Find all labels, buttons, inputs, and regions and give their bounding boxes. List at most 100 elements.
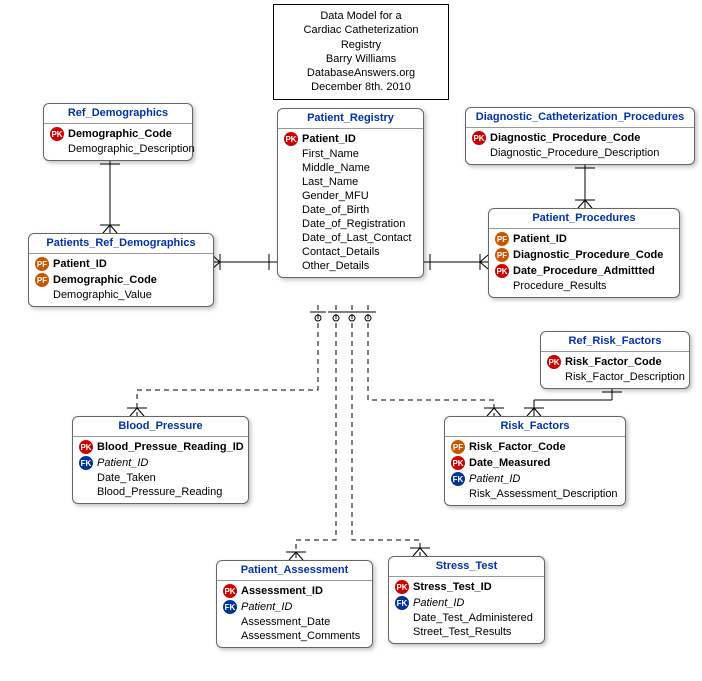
attribute-name: Demographic_Value: [53, 289, 152, 301]
attribute-name: Other_Details: [302, 260, 369, 272]
entity-body: PK Risk_Factor_Code Risk_Factor_Descriptio…: [541, 352, 689, 388]
pk-key-icon: PK: [495, 264, 509, 278]
attribute-name: Patient_ID: [97, 457, 148, 469]
entity-body: PKStress_Test_IDFK Patient_ID Date_Test_Ad…: [389, 577, 544, 643]
attribute-row: Contact_Details: [282, 245, 419, 259]
attribute-row: PKDemographic_Code: [48, 126, 188, 142]
attribute-row: Demographic_Value: [33, 288, 209, 302]
pf-key-icon: PF: [35, 257, 49, 271]
fk-key-icon: FK: [79, 456, 93, 470]
entity-header: Patient_Procedures: [489, 209, 679, 229]
entity-risk-factors: Risk_Factors PFRisk_Factor_CodePKDate_Me…: [444, 416, 626, 506]
pf-key-icon: PF: [495, 232, 509, 246]
attribute-name: Gender_MFU: [302, 190, 369, 202]
attribute-row: Date_of_Registration: [282, 217, 419, 231]
attribute-row: PK Blood_Pressue_Reading_ID: [77, 439, 244, 455]
attribute-name: Demographic_Code: [68, 128, 172, 140]
attribute-name: Date_Test_Administered: [413, 612, 533, 624]
attribute-row: PF Diagnostic_Procedure_Code: [493, 247, 675, 263]
attribute-name: Last_Name: [302, 176, 358, 188]
entity-header: Patients_Ref_Demographics: [29, 234, 213, 254]
attribute-row: Blood_Pressure_Reading: [77, 485, 244, 499]
pk-key-icon: PK: [451, 456, 465, 470]
entity-header: Patient_Registry: [278, 109, 423, 129]
pk-key-icon: PK: [223, 584, 237, 598]
attribute-row: PK Diagnostic_Procedure_Code: [470, 130, 690, 146]
pk-key-icon: PK: [284, 132, 298, 146]
pk-key-icon: PK: [79, 440, 93, 454]
attribute-row: Procedure_Results: [493, 279, 675, 293]
attribute-row: Demographic_Description: [48, 142, 188, 156]
entity-body: PK Blood_Pressue_Reading_ID FK Patient_ID Da…: [73, 437, 248, 503]
attribute-name: Diagnostic_Procedure_Code: [490, 132, 640, 144]
attribute-name: Date_of_Registration: [302, 218, 405, 230]
attribute-name: Demographic_Code: [53, 274, 157, 286]
entity-body: PFPatient_IDPFDiagnostic_Procedure_CodeP…: [489, 229, 679, 297]
attribute-name: Patient_ID: [53, 258, 107, 270]
attribute-row: First_Name: [282, 147, 419, 161]
attribute-row: PK Risk_Factor_Code: [545, 354, 685, 370]
attribute-row: FK Patient_ID: [77, 455, 244, 471]
attribute-name: Diagnostic_Procedure_Code: [513, 249, 663, 261]
attribute-row: Middle_Name: [282, 161, 419, 175]
pf-key-icon: PF: [35, 273, 49, 287]
title-line: December 8th. 2010: [282, 80, 440, 94]
entity-diagnostic-catheterization-procedures: Diagnostic_Catheterization_Procedures PK…: [465, 107, 695, 165]
attribute-name: Assessment_ID: [241, 585, 323, 597]
attribute-name: First_Name: [302, 148, 359, 160]
attribute-row: FKPatient_ID: [449, 471, 621, 487]
pk-key-icon: PK: [395, 580, 409, 594]
entity-header: Diagnostic_Catheterization_Procedures: [466, 108, 694, 128]
attribute-row: PKDate_Measured: [449, 455, 621, 471]
attribute-name: Middle_Name: [302, 162, 370, 174]
attribute-name: Diagnostic_Procedure_Description: [490, 147, 659, 159]
attribute-name: Assessment_Date: [241, 616, 330, 628]
entity-body: PK Assessment_ID FKPatient_IDAssessment_Da…: [217, 581, 372, 647]
attribute-row: Date_Test_Administered: [393, 611, 540, 625]
title-line: DatabaseAnswers.org: [282, 66, 440, 80]
attribute-name: Blood_Pressue_Reading_ID: [97, 441, 244, 453]
entity-header: Blood_Pressure: [73, 417, 248, 437]
entity-patient-registry: Patient_Registry PK Patient_ID First_Name M…: [277, 108, 424, 278]
attribute-row: Other_Details: [282, 259, 419, 273]
attribute-row: PK Date_Procedure_Admittted: [493, 263, 675, 279]
fk-key-icon: FK: [395, 596, 409, 610]
attribute-name: Patient_ID: [513, 233, 567, 245]
pk-key-icon: PK: [547, 355, 561, 369]
attribute-name: Patient_ID: [413, 597, 464, 609]
attribute-row: Risk_Factor_Description: [545, 370, 685, 384]
attribute-name: Date_Taken: [97, 472, 156, 484]
attribute-row: Last_Name: [282, 175, 419, 189]
pf-key-icon: PF: [495, 248, 509, 262]
attribute-name: Patient_ID: [302, 133, 356, 145]
attribute-name: Risk_Factor_Code: [565, 356, 662, 368]
attribute-row: Assessment_Date: [221, 615, 368, 629]
entity-body: PK Diagnostic_Procedure_Code Diagnostic_Pr…: [466, 128, 694, 164]
attribute-row: FKPatient_ID: [221, 599, 368, 615]
title-line: Barry Williams: [282, 52, 440, 66]
attribute-name: Date_Procedure_Admittted: [513, 265, 655, 277]
attribute-name: Contact_Details: [302, 246, 380, 258]
attribute-name: Street_Test_Results: [413, 626, 511, 638]
attribute-name: Date_of_Last_Contact: [302, 232, 411, 244]
attribute-name: Procedure_Results: [513, 280, 607, 292]
entity-body: PKDemographic_CodeDemographic_Descriptio…: [44, 124, 192, 160]
entity-patients-ref-demographics: Patients_Ref_Demographics PF Patient_ID PF…: [28, 233, 214, 307]
attribute-row: Date_of_Birth: [282, 203, 419, 217]
attribute-row: Diagnostic_Procedure_Description: [470, 146, 690, 160]
entity-header: Patient_Assessment: [217, 561, 372, 581]
entity-stress-test: Stress_Test PKStress_Test_IDFKPatient_ID…: [388, 556, 545, 644]
pk-key-icon: PK: [472, 131, 486, 145]
entity-header: Ref_Risk_Factors: [541, 332, 689, 352]
attribute-row: PKStress_Test_ID: [393, 579, 540, 595]
attribute-name: Date_of_Birth: [302, 204, 369, 216]
attribute-row: PK Patient_ID: [282, 131, 419, 147]
attribute-row: FK Patient_ID: [393, 595, 540, 611]
entity-blood-pressure: Blood_Pressure PK Blood_Pressue_Reading_I…: [72, 416, 249, 504]
entity-header: Ref_Demographics: [44, 104, 192, 124]
entity-body: PFRisk_Factor_CodePKDate_MeasuredFKPatie…: [445, 437, 625, 505]
attribute-name: Risk_Assessment_Description: [469, 488, 618, 500]
attribute-name: Risk_Factor_Code: [469, 441, 566, 453]
diagram-title: Data Model for a Cardiac Catheterization…: [273, 4, 449, 100]
attribute-row: PFRisk_Factor_Code: [449, 439, 621, 455]
